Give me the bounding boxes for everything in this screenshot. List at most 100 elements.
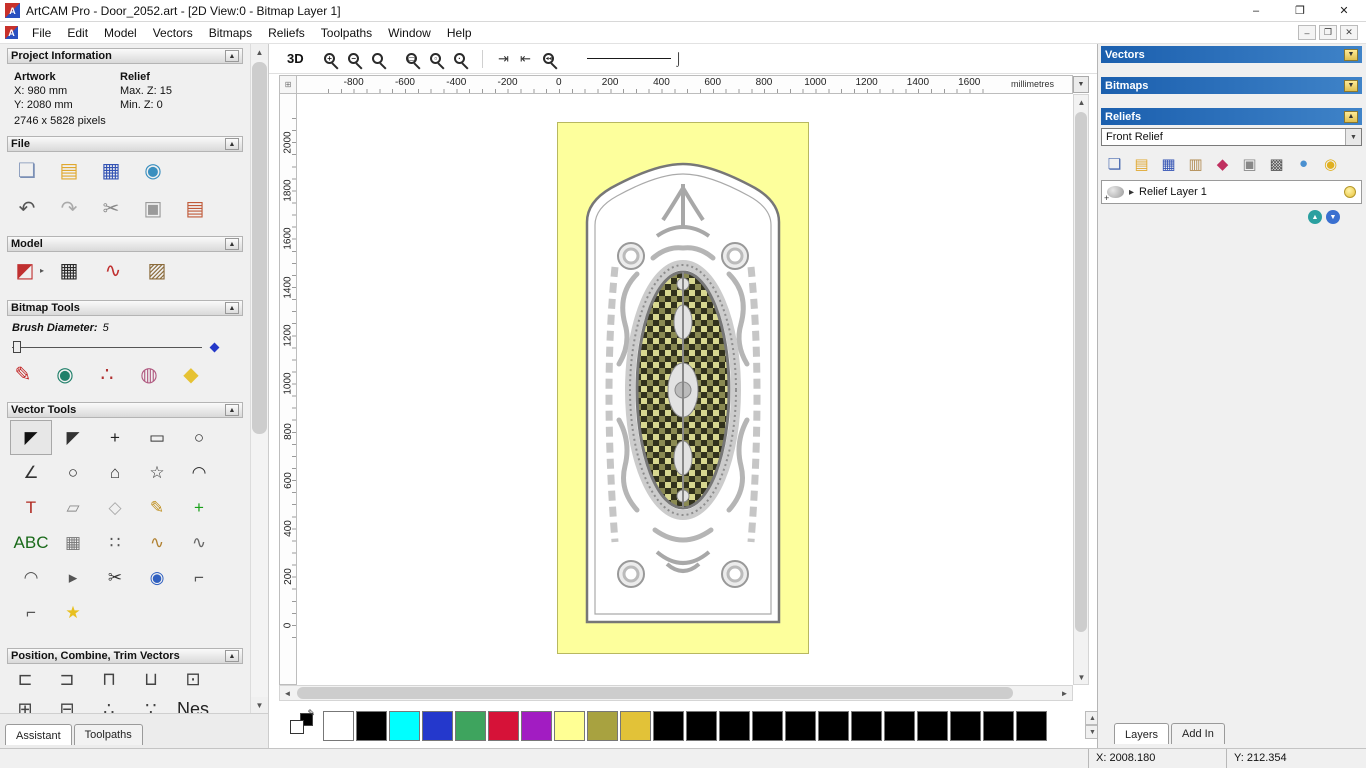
redo-icon[interactable]: ↷	[54, 194, 84, 222]
palette-colour-swatch[interactable]	[719, 711, 750, 741]
assistant-scrollbar[interactable]: ▲ ▼	[250, 44, 268, 713]
relief-library-icon[interactable]: ▥	[1186, 154, 1205, 173]
scale-relief-icon[interactable]: ▩	[1267, 154, 1286, 173]
delete-relief-icon[interactable]: ●	[1294, 154, 1313, 173]
primary-secondary-colour-swatch[interactable]: ✎	[289, 708, 315, 742]
menu-edit[interactable]: Edit	[59, 23, 96, 43]
relief-wizard-icon[interactable]: ◆	[1213, 154, 1232, 173]
align-left-icon[interactable]: ⊏	[10, 666, 40, 692]
palette-colour-swatch[interactable]	[389, 711, 420, 741]
canvas-vertical-scrollbar[interactable]: ▲ ▼	[1073, 94, 1089, 685]
nest-vectors-icon[interactable]: Nes	[177, 696, 209, 714]
close-button[interactable]: ✕	[1322, 0, 1366, 22]
ruler-origin-button[interactable]: ⊞	[279, 75, 297, 94]
expand-layer-icon[interactable]: ▸	[1129, 187, 1134, 198]
scroll-right-button[interactable]: ►	[1057, 686, 1072, 700]
zoom-in-icon[interactable]: +	[318, 47, 342, 71]
relief-selector-combobox[interactable]: Front Relief ▼	[1101, 128, 1362, 146]
menu-window[interactable]: Window	[380, 23, 439, 43]
palette-colour-swatch[interactable]	[521, 711, 552, 741]
add-vector-icon[interactable]: +	[178, 490, 220, 525]
scroll-up-button[interactable]: ▲	[251, 44, 268, 60]
relief-layer-row[interactable]: ▸ Relief Layer 1	[1101, 180, 1362, 204]
new-model-icon[interactable]: ❏	[12, 156, 42, 184]
reliefs-section-header[interactable]: Reliefs ▲	[1101, 108, 1362, 125]
collapse-section-button[interactable]: ▲	[225, 650, 239, 662]
align-bottom-icon[interactable]: ⊔	[136, 666, 166, 692]
zoom-previous-icon[interactable]: ◂◂	[537, 47, 561, 71]
palette-colour-swatch[interactable]	[620, 711, 651, 741]
collapse-section-button[interactable]: ▲	[225, 138, 239, 150]
trim-vectors-icon[interactable]: ✂	[94, 560, 136, 595]
toggle-3d-view-button[interactable]: 3D	[283, 49, 308, 68]
paste-grid-icon[interactable]: ▦	[52, 525, 94, 560]
menu-vectors[interactable]: Vectors	[145, 23, 201, 43]
transform-vectors-icon[interactable]: +	[94, 420, 136, 455]
shear-text-icon[interactable]: ▱	[52, 490, 94, 525]
circle-tool-icon[interactable]: ○	[178, 420, 220, 455]
scrollbar-thumb[interactable]	[252, 62, 267, 434]
image-model-icon[interactable]: ▨	[142, 256, 172, 284]
save-model-icon[interactable]: ▦	[96, 156, 126, 184]
import-export-icon[interactable]: ◉	[138, 156, 168, 184]
relief-light-icon[interactable]: ◉	[1321, 154, 1340, 173]
collapse-section-button[interactable]: ▲	[225, 238, 239, 250]
open-relief-icon[interactable]: ▤	[1132, 154, 1151, 173]
child-restore-button[interactable]: ❐	[1319, 25, 1337, 40]
weld-vectors-icon[interactable]: ∴	[94, 696, 124, 714]
scrollbar-thumb[interactable]	[297, 687, 1013, 699]
align-top-icon[interactable]: ⊓	[94, 666, 124, 692]
canvas-horizontal-scrollbar[interactable]: ◄ ►	[279, 685, 1073, 701]
paste-along-curve-icon[interactable]: ∿	[136, 525, 178, 560]
minimize-button[interactable]: –	[1234, 0, 1278, 22]
star-wizard-icon[interactable]: ★	[52, 595, 94, 630]
flood-fill-icon[interactable]: ◆	[176, 360, 206, 388]
paste-relief-icon[interactable]: ▣	[1240, 154, 1259, 173]
collapse-section-button[interactable]: ▲	[225, 404, 239, 416]
select-vectors-icon[interactable]: ◤	[10, 420, 52, 455]
node-editing-icon[interactable]: ◤	[52, 420, 94, 455]
undo-icon[interactable]: ↶	[12, 194, 42, 222]
open-model-icon[interactable]: ▤	[54, 156, 84, 184]
units-dropdown-button[interactable]: ▼	[1073, 76, 1089, 93]
collapse-section-button[interactable]: ▲	[225, 50, 239, 62]
collapse-section-button[interactable]: ▲	[225, 302, 239, 314]
palette-icon[interactable]: ◍	[134, 360, 164, 388]
scrollbar-thumb[interactable]	[1075, 112, 1087, 632]
paste-icon[interactable]: ▣	[138, 194, 168, 222]
snap-left-icon[interactable]: ⇤	[515, 48, 537, 70]
combine-vectors-icon[interactable]: ⊟	[52, 696, 82, 714]
move-layer-down-button[interactable]: ▼	[1326, 210, 1340, 224]
create-arc-icon[interactable]: ◠	[10, 560, 52, 595]
palette-colour-swatch[interactable]	[488, 711, 519, 741]
palette-colour-swatch[interactable]	[686, 711, 717, 741]
tab-layers[interactable]: Layers	[1114, 723, 1170, 744]
vectors-section-header[interactable]: Vectors ▼	[1101, 46, 1362, 63]
scroll-down-button[interactable]: ▼	[1074, 670, 1089, 684]
extrude-vector-icon[interactable]: ◉	[136, 560, 178, 595]
texture-model-icon[interactable]: ▦	[54, 256, 84, 284]
maximize-button[interactable]: ❐	[1278, 0, 1322, 22]
offset-vectors-icon[interactable]: ◇	[94, 490, 136, 525]
palette-colour-swatch[interactable]	[752, 711, 783, 741]
tab-assistant[interactable]: Assistant	[5, 724, 72, 745]
star-tool-icon[interactable]: ☆	[136, 455, 178, 490]
scroll-left-button[interactable]: ◄	[280, 686, 295, 700]
palette-colour-swatch[interactable]	[587, 711, 618, 741]
menu-bitmaps[interactable]: Bitmaps	[201, 23, 260, 43]
bridge-fillet-icon[interactable]: ⌐	[10, 595, 52, 630]
align-right-icon[interactable]: ⊐	[52, 666, 82, 692]
new-relief-icon[interactable]: ❏	[1105, 154, 1124, 173]
polyline-tool-icon[interactable]: ∠	[10, 455, 52, 490]
snap-right-icon[interactable]: ⇥	[493, 48, 515, 70]
save-relief-icon[interactable]: ▦	[1159, 154, 1178, 173]
palette-colour-swatch[interactable]	[323, 711, 354, 741]
palette-colour-swatch[interactable]	[1016, 711, 1047, 741]
arc-tool-icon[interactable]: ◠	[178, 455, 220, 490]
lighting-model-icon[interactable]: ∿	[98, 256, 128, 284]
palette-colour-swatch[interactable]	[851, 711, 882, 741]
layer-visibility-bulb-icon[interactable]	[1344, 186, 1356, 198]
menu-model[interactable]: Model	[96, 23, 145, 43]
fit-curve-icon[interactable]: ∿	[178, 525, 220, 560]
palette-colour-swatch[interactable]	[950, 711, 981, 741]
